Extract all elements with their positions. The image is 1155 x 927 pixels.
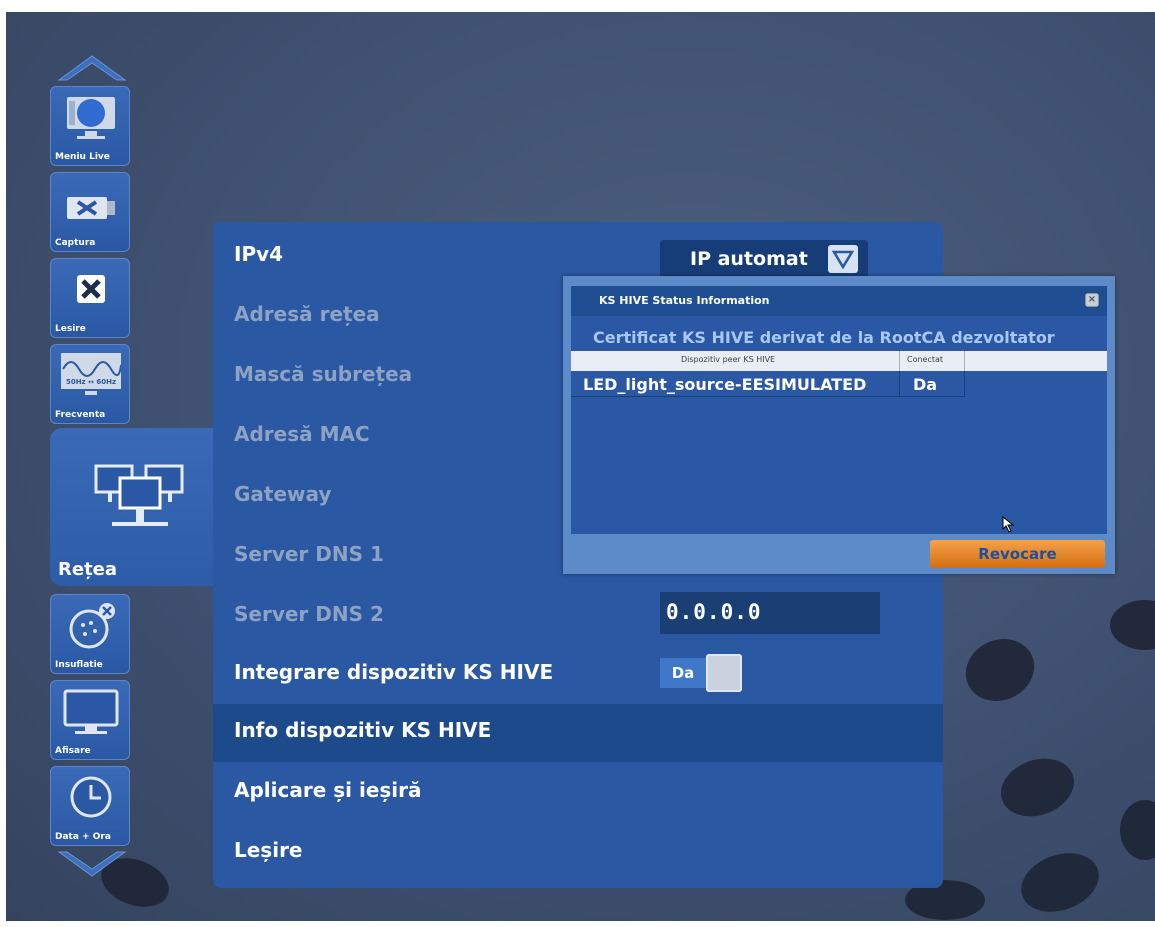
row-apply-and-exit[interactable]: Aplicare și ieșiră xyxy=(213,764,943,822)
triangle-down-icon xyxy=(832,250,854,269)
frequency-50-60hz-icon: 50Hz ↔ 60Hz xyxy=(61,353,121,395)
sidebar-item-label: Rețea xyxy=(58,559,118,580)
sidebar-item-capture[interactable]: Captura xyxy=(50,172,130,252)
row-divider xyxy=(899,371,900,397)
sidebar-item-label: Frecventa xyxy=(55,410,106,420)
column-divider xyxy=(899,351,900,371)
screen-border-left xyxy=(0,0,6,927)
close-x-icon xyxy=(77,275,105,303)
certificate-heading: Certificat KS HIVE derivat de la RootCA … xyxy=(593,328,1055,347)
row-label: Integrare dispozitiv KS HIVE xyxy=(234,660,554,684)
sidebar-item-exit[interactable]: Lesire xyxy=(50,258,130,338)
ks-hive-status-dialog: KS HIVE Status Information × Certificat … xyxy=(563,276,1115,574)
peer-table-header: Dispozitiv peer KS HIVE Conectat xyxy=(571,351,1107,371)
row-ks-hive-info[interactable]: Info dispozitiv KS HIVE xyxy=(213,704,943,762)
close-icon[interactable]: × xyxy=(1085,293,1099,307)
dns-server-2-value: 0.0.0.0 xyxy=(666,600,762,624)
peer-connected-status: Da xyxy=(913,375,938,394)
insufflation-icon xyxy=(69,603,115,649)
sidebar-item-display[interactable]: Afisare xyxy=(50,680,130,760)
sidebar-item-network[interactable]: Rețea xyxy=(50,428,215,586)
row-label: Server DNS 2 xyxy=(234,602,384,626)
toggle-label: Da xyxy=(660,658,706,688)
row-divider xyxy=(571,396,965,397)
row-label: Leșire xyxy=(234,838,303,862)
row-label: Aplicare și ieșiră xyxy=(234,778,422,802)
row-ks-hive-integration[interactable]: Integrare dispozitiv KS HIVE xyxy=(213,646,943,704)
sidebar-item-label: Afisare xyxy=(55,746,91,756)
row-label: Info dispozitiv KS HIVE xyxy=(234,718,492,742)
dropdown-value: IP automat xyxy=(690,248,808,270)
toggle-knob[interactable] xyxy=(706,654,742,692)
column-divider xyxy=(964,351,965,371)
background-spot xyxy=(1110,600,1155,650)
row-exit[interactable]: Leșire xyxy=(213,824,943,882)
dialog-content: Certificat KS HIVE derivat de la RootCA … xyxy=(571,316,1107,534)
sidebar-item-label: Lesire xyxy=(55,324,86,334)
dropdown-toggle[interactable] xyxy=(828,245,858,273)
sidebar-item-label: Insuflatie xyxy=(55,660,103,670)
table-row[interactable]: LED_light_source-EESIMULATED Da xyxy=(571,371,965,397)
sidebar-item-date-time[interactable]: Data + Ora xyxy=(50,766,130,846)
row-label: Server DNS 1 xyxy=(234,542,384,566)
background-spot xyxy=(1013,842,1107,923)
row-label: Adresă rețea xyxy=(234,302,380,326)
revoke-button[interactable]: Revocare xyxy=(930,540,1105,568)
sidebar-item-frequency[interactable]: 50Hz ↔ 60Hz Frecventa xyxy=(50,344,130,424)
column-header-connected: Conectat xyxy=(907,355,944,364)
clock-icon xyxy=(70,776,112,818)
ks-hive-integration-toggle[interactable]: Da xyxy=(660,654,744,692)
monitor-menu-icon xyxy=(67,97,115,139)
sidebar-item-insufflation[interactable]: Insuflatie xyxy=(50,594,130,674)
background-spot xyxy=(1120,800,1155,860)
row-label: Adresă MAC xyxy=(234,422,370,446)
peer-device-name: LED_light_source-EESIMULATED xyxy=(583,375,867,394)
network-computers-icon xyxy=(94,464,184,526)
screen-border-top xyxy=(0,0,1155,12)
row-label: Gateway xyxy=(234,482,332,506)
usb-stick-icon xyxy=(67,197,115,219)
screen-border-bottom xyxy=(0,921,1155,927)
dns-server-2-field: 0.0.0.0 xyxy=(660,592,880,634)
sidebar-item-live-menu[interactable]: Meniu Live xyxy=(50,86,130,166)
sidebar-item-label: Data + Ora xyxy=(55,832,111,842)
column-header-device: Dispozitiv peer KS HIVE xyxy=(681,355,776,364)
frequency-icon-text: 50Hz ↔ 60Hz xyxy=(66,378,116,386)
display-monitor-icon xyxy=(63,689,119,734)
chevron-up-icon[interactable] xyxy=(55,50,129,84)
dialog-titlebar: KS HIVE Status Information × xyxy=(571,286,1107,316)
sidebar-item-label: Meniu Live xyxy=(55,152,110,162)
row-divider xyxy=(964,371,965,397)
ipv4-mode-dropdown[interactable]: IP automat xyxy=(660,240,868,278)
row-label: Mască subrețea xyxy=(234,362,413,386)
mouse-cursor-icon xyxy=(1002,516,1015,533)
row-label: IPv4 xyxy=(234,242,284,266)
background-spot xyxy=(955,628,1045,712)
sidebar-item-label: Captura xyxy=(55,238,96,248)
chevron-down-icon[interactable] xyxy=(55,848,129,882)
background-spot xyxy=(992,748,1083,827)
dialog-title: KS HIVE Status Information xyxy=(599,294,770,307)
